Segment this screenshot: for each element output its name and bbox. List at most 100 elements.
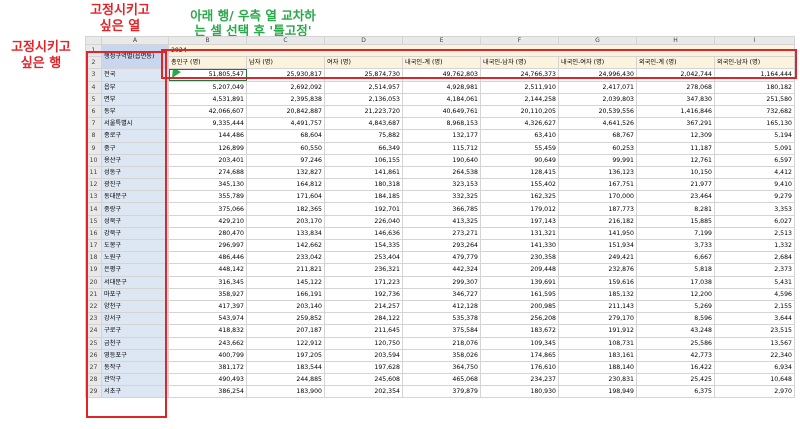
data-cell[interactable]: 4,843,687 [324, 117, 403, 131]
column-header-f[interactable]: F [480, 36, 559, 45]
data-cell[interactable]: 203,140 [246, 299, 325, 314]
data-cell[interactable]: 274,688 [168, 165, 247, 180]
data-cell[interactable]: 183,544 [246, 360, 325, 375]
data-cell[interactable]: 141,861 [324, 165, 403, 180]
data-cell[interactable]: 347,830 [636, 92, 715, 106]
data-cell[interactable]: 8,968,153 [402, 117, 481, 131]
data-cell[interactable]: 6,597 [714, 153, 795, 167]
column-label-cell[interactable]: 내국인-계 (명) [402, 56, 481, 70]
data-cell[interactable]: 174,865 [480, 348, 559, 362]
data-cell[interactable]: 24,766,373 [480, 68, 559, 82]
data-cell[interactable]: 448,142 [168, 263, 247, 277]
data-cell[interactable]: 2,684 [714, 251, 795, 265]
data-cell[interactable]: 230,358 [480, 251, 559, 265]
data-cell[interactable]: 128,415 [480, 165, 559, 180]
data-cell[interactable]: 23,515 [714, 324, 795, 338]
data-cell[interactable]: 4,531,891 [168, 92, 247, 106]
region-name-cell[interactable]: 도봉구 [101, 238, 169, 253]
data-cell[interactable]: 413,325 [402, 214, 481, 228]
data-cell[interactable]: 21,223,720 [324, 104, 403, 119]
row-header[interactable]: 12 [85, 178, 102, 192]
row-header[interactable]: 7 [85, 117, 102, 131]
data-cell[interactable]: 145,122 [246, 275, 325, 289]
data-cell[interactable]: 226,040 [324, 214, 403, 228]
data-cell[interactable]: 25,425 [636, 373, 715, 387]
data-cell[interactable]: 136,123 [558, 165, 637, 180]
data-cell[interactable]: 23,464 [636, 190, 715, 204]
region-name-cell[interactable]: 은평구 [101, 263, 169, 277]
data-cell[interactable]: 185,132 [558, 287, 637, 301]
data-cell[interactable]: 60,550 [246, 141, 325, 155]
data-cell[interactable]: 8,596 [636, 312, 715, 326]
data-cell[interactable]: 284,122 [324, 312, 403, 326]
column-label-cell[interactable]: 외국인-계 (명) [636, 56, 715, 70]
data-cell[interactable]: 20,110,205 [480, 104, 559, 119]
data-cell[interactable]: 198,949 [558, 385, 637, 399]
data-cell[interactable]: 230,831 [558, 373, 637, 387]
data-cell[interactable]: 214,257 [324, 299, 403, 314]
data-cell[interactable]: 2,144,258 [480, 92, 559, 106]
data-cell[interactable]: 182,365 [246, 202, 325, 216]
year-header[interactable]: 2024 [168, 43, 795, 58]
data-cell[interactable]: 6,027 [714, 214, 795, 228]
select-all-corner[interactable] [85, 36, 102, 45]
data-cell[interactable]: 5,207,049 [168, 80, 247, 94]
data-cell[interactable]: 355,789 [168, 190, 247, 204]
data-cell[interactable]: 4,326,627 [480, 117, 559, 131]
data-cell[interactable]: 133,834 [246, 226, 325, 241]
data-cell[interactable]: 192,701 [324, 202, 403, 216]
data-cell[interactable]: 203,594 [324, 348, 403, 362]
data-cell[interactable]: 236,321 [324, 263, 403, 277]
row-header[interactable]: 3 [85, 68, 102, 82]
data-cell[interactable]: 293,264 [402, 238, 481, 253]
data-cell[interactable]: 232,876 [558, 263, 637, 277]
data-cell[interactable]: 197,143 [480, 214, 559, 228]
region-name-cell[interactable]: 서초구 [101, 385, 169, 399]
data-cell[interactable]: 2,155 [714, 299, 795, 314]
data-cell[interactable]: 243,662 [168, 336, 247, 350]
data-cell[interactable]: 139,691 [480, 275, 559, 289]
data-cell[interactable]: 732,682 [714, 104, 795, 119]
data-cell[interactable]: 187,773 [558, 202, 637, 216]
row-header[interactable]: 8 [85, 129, 102, 143]
column-header-g[interactable]: G [558, 36, 637, 45]
region-name-cell[interactable]: 서울특별시 [101, 117, 169, 131]
region-name-cell[interactable]: 영등포구 [101, 348, 169, 362]
data-cell[interactable]: 142,662 [246, 238, 325, 253]
data-cell[interactable]: 66,349 [324, 141, 403, 155]
data-cell[interactable]: 6,375 [636, 385, 715, 399]
data-cell[interactable]: 233,042 [246, 251, 325, 265]
data-cell[interactable]: 296,997 [168, 238, 247, 253]
data-cell[interactable]: 122,912 [246, 336, 325, 350]
data-cell[interactable]: 17,038 [636, 275, 715, 289]
region-name-cell[interactable]: 성북구 [101, 214, 169, 228]
data-cell[interactable]: 132,827 [246, 165, 325, 180]
data-cell[interactable]: 25,874,730 [324, 68, 403, 82]
data-cell[interactable]: 188,140 [558, 360, 637, 375]
data-cell[interactable]: 190,640 [402, 153, 481, 167]
data-cell[interactable]: 202,354 [324, 385, 403, 399]
row-header[interactable]: 1 [85, 43, 102, 58]
region-name-cell[interactable]: 종로구 [101, 129, 169, 143]
column-label-cell[interactable]: 남자 (명) [246, 56, 325, 70]
row-header[interactable]: 2 [85, 56, 102, 70]
data-cell[interactable]: 126,899 [168, 141, 247, 155]
data-cell[interactable]: 253,404 [324, 251, 403, 265]
column-header-h[interactable]: H [636, 36, 715, 45]
data-cell[interactable]: 366,785 [402, 202, 481, 216]
data-cell[interactable]: 2,042,744 [636, 68, 715, 82]
data-cell[interactable]: 2,373 [714, 263, 795, 277]
column-header-d[interactable]: D [324, 36, 403, 45]
data-cell[interactable]: 159,616 [558, 275, 637, 289]
data-cell[interactable]: 7,199 [636, 226, 715, 241]
data-cell[interactable]: 5,818 [636, 263, 715, 277]
data-cell[interactable]: 25,586 [636, 336, 715, 350]
data-cell[interactable]: 251,580 [714, 92, 795, 106]
region-name-cell[interactable]: 중구 [101, 141, 169, 155]
data-cell[interactable]: 162,325 [480, 190, 559, 204]
data-cell[interactable]: 211,143 [558, 299, 637, 314]
data-cell[interactable]: 2,395,838 [246, 92, 325, 106]
data-cell[interactable]: 141,950 [558, 226, 637, 241]
data-cell[interactable]: 179,012 [480, 202, 559, 216]
data-cell[interactable]: 43,248 [636, 324, 715, 338]
